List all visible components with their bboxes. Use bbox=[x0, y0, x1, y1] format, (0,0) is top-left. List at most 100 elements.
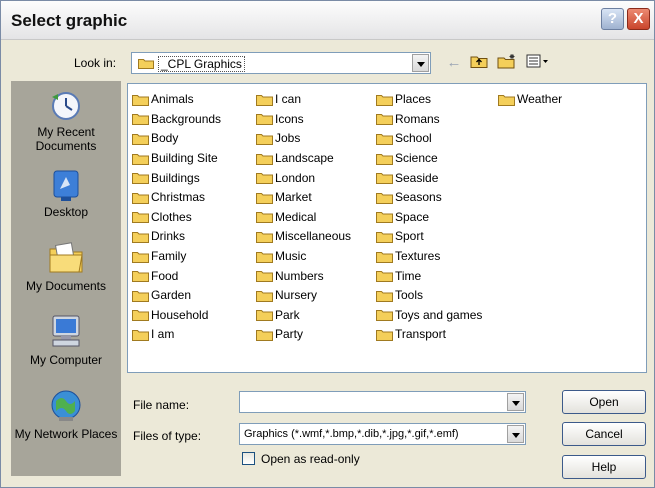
place-my-computer[interactable]: My Computer bbox=[11, 313, 121, 367]
folder-item[interactable]: Miscellaneous bbox=[256, 227, 351, 247]
file-name-combo[interactable] bbox=[239, 391, 526, 413]
folder-icon bbox=[132, 251, 149, 263]
folder-item[interactable]: Nursery bbox=[256, 286, 351, 306]
folder-icon bbox=[376, 173, 393, 185]
folder-icon bbox=[376, 271, 393, 283]
new-folder-icon[interactable] bbox=[496, 53, 518, 73]
folder-icon bbox=[132, 231, 149, 243]
folder-label: Transport bbox=[395, 327, 446, 342]
folder-item[interactable]: Sport bbox=[376, 227, 482, 247]
folder-item[interactable]: Drinks bbox=[132, 227, 221, 247]
place-desktop[interactable]: Desktop bbox=[11, 169, 121, 219]
file-type-dropdown[interactable]: Graphics (*.wmf,*.bmp,*.dib,*.jpg,*.gif,… bbox=[239, 423, 526, 445]
folder-icon bbox=[256, 114, 273, 126]
open-button[interactable]: Open bbox=[562, 390, 646, 414]
folder-item[interactable]: Landscape bbox=[256, 149, 351, 169]
folder-item[interactable]: Textures bbox=[376, 247, 482, 267]
folder-item[interactable]: Medical bbox=[256, 208, 351, 228]
folder-item[interactable]: Building Site bbox=[132, 149, 221, 169]
folder-icon bbox=[256, 329, 273, 341]
folder-item[interactable]: Buildings bbox=[132, 168, 221, 188]
folder-icon bbox=[376, 310, 393, 322]
title-bar: Select graphic ? X bbox=[1, 1, 654, 40]
folder-item[interactable]: School bbox=[376, 129, 482, 149]
folder-icon bbox=[256, 133, 273, 145]
folder-item[interactable]: Tools bbox=[376, 286, 482, 306]
up-folder-icon[interactable] bbox=[469, 53, 489, 73]
chevron-down-icon[interactable] bbox=[507, 425, 524, 443]
my-documents-icon bbox=[49, 242, 83, 273]
folder-item[interactable]: Clothes bbox=[132, 208, 221, 228]
new-folder-glyph bbox=[497, 54, 515, 69]
folder-icon bbox=[256, 290, 273, 302]
folder-icon bbox=[376, 251, 393, 263]
folder-label: Nursery bbox=[275, 288, 318, 303]
folder-item[interactable]: Numbers bbox=[256, 266, 351, 286]
file-list[interactable]: Animals Backgrounds Body Building Site Build… bbox=[127, 83, 647, 373]
folder-item[interactable]: Transport bbox=[376, 325, 482, 345]
chevron-down-icon[interactable] bbox=[507, 393, 524, 411]
folder-icon bbox=[376, 212, 393, 224]
help-button[interactable]: Help bbox=[562, 455, 646, 479]
folder-item[interactable]: Icons bbox=[256, 110, 351, 130]
folder-label: Romans bbox=[395, 111, 440, 126]
folder-item[interactable]: Household bbox=[132, 306, 221, 326]
place-label: My Computer bbox=[29, 353, 103, 367]
folder-item[interactable]: Places bbox=[376, 90, 482, 110]
folder-column-3: Places Romans School Science Seaside Seasons S… bbox=[376, 90, 482, 345]
folder-item[interactable]: I can bbox=[256, 90, 351, 110]
folder-icon bbox=[132, 133, 149, 145]
folder-item[interactable]: Seaside bbox=[376, 168, 482, 188]
folder-label: Family bbox=[151, 249, 187, 264]
read-only-checkbox[interactable] bbox=[242, 452, 255, 465]
look-in-dropdown[interactable]: _CPL Graphics bbox=[131, 52, 431, 74]
folder-icon bbox=[256, 310, 273, 322]
folder-label: Jobs bbox=[275, 131, 301, 146]
folder-item[interactable]: Garden bbox=[132, 286, 221, 306]
folder-item[interactable]: Animals bbox=[132, 90, 221, 110]
folder-item[interactable]: Jobs bbox=[256, 129, 351, 149]
back-icon[interactable]: ← bbox=[445, 53, 463, 73]
folder-item[interactable]: Backgrounds bbox=[132, 110, 221, 130]
folder-label: London bbox=[275, 170, 316, 185]
cancel-button[interactable]: Cancel bbox=[562, 422, 646, 446]
folder-item[interactable]: Weather bbox=[498, 90, 562, 110]
folder-item[interactable]: Park bbox=[256, 306, 351, 326]
chevron-down-icon[interactable] bbox=[412, 54, 429, 72]
folder-label: Medical bbox=[275, 209, 317, 224]
folder-item[interactable]: Food bbox=[132, 266, 221, 286]
folder-label: Toys and games bbox=[395, 307, 483, 322]
read-only-label[interactable]: Open as read-only bbox=[261, 452, 360, 466]
folder-item[interactable]: Party bbox=[256, 325, 351, 345]
place-network-places[interactable]: My Network Places bbox=[11, 387, 121, 441]
folder-label: Animals bbox=[151, 92, 194, 107]
help-icon[interactable]: ? bbox=[601, 8, 624, 30]
folder-item[interactable]: Space bbox=[376, 208, 482, 228]
folder-item[interactable]: I am bbox=[132, 325, 221, 345]
file-name-label: File name: bbox=[133, 398, 190, 412]
folder-item[interactable]: Romans bbox=[376, 110, 482, 130]
my-computer-icon bbox=[52, 315, 80, 347]
folder-item[interactable]: Music bbox=[256, 247, 351, 267]
folder-icon bbox=[132, 173, 149, 185]
folder-item[interactable]: Christmas bbox=[132, 188, 221, 208]
views-menu-icon[interactable] bbox=[525, 53, 551, 73]
folder-item[interactable]: Seasons bbox=[376, 188, 482, 208]
place-recent-documents[interactable]: My Recent Documents bbox=[11, 87, 121, 153]
folder-item[interactable]: London bbox=[256, 168, 351, 188]
place-label: My Documents bbox=[25, 279, 107, 293]
folder-label: Body bbox=[151, 131, 179, 146]
folder-item[interactable]: Time bbox=[376, 266, 482, 286]
look-in-label: Look in: bbox=[74, 56, 117, 70]
place-my-documents[interactable]: My Documents bbox=[11, 239, 121, 293]
close-icon[interactable]: X bbox=[627, 8, 650, 30]
folder-label: Market bbox=[275, 190, 312, 205]
folder-item[interactable]: Family bbox=[132, 247, 221, 267]
folder-item[interactable]: Body bbox=[132, 129, 221, 149]
folder-icon bbox=[256, 231, 273, 243]
folder-item[interactable]: Market bbox=[256, 188, 351, 208]
folder-icon bbox=[376, 94, 393, 106]
folder-label: Sport bbox=[395, 229, 424, 244]
folder-item[interactable]: Science bbox=[376, 149, 482, 169]
folder-item[interactable]: Toys and games bbox=[376, 306, 482, 326]
